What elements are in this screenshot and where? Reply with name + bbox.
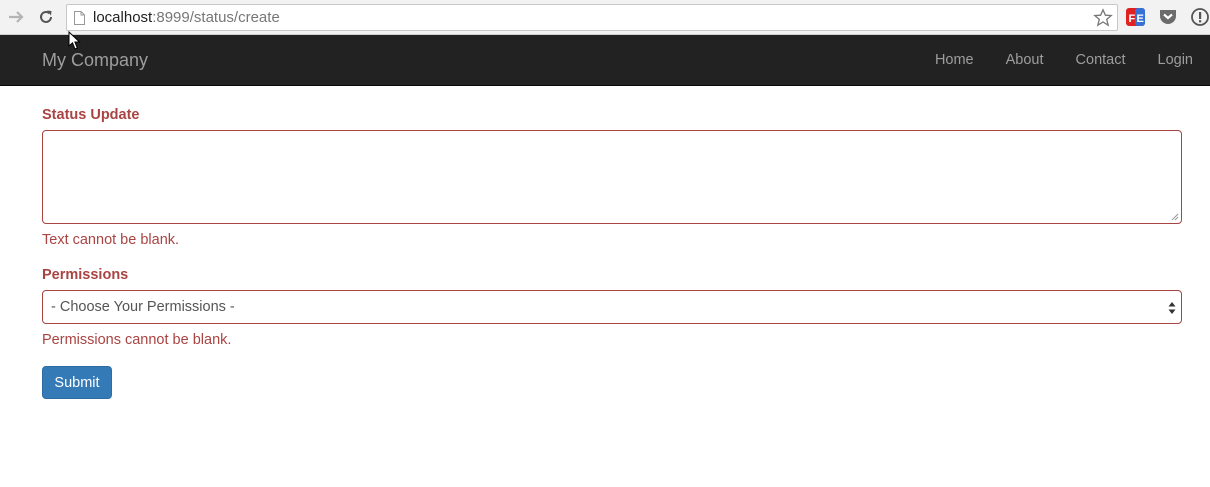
nav-home-link[interactable]: Home [935, 52, 974, 68]
reload-button[interactable] [35, 6, 57, 28]
svg-text:E: E [1137, 13, 1144, 25]
star-icon[interactable] [1093, 8, 1113, 28]
forward-icon [9, 11, 24, 23]
status-update-label: Status Update [42, 107, 140, 123]
browser-toolbar: localhost:8999/status/create F E [0, 0, 1210, 35]
nav-links: Home About Contact Login [903, 52, 1193, 68]
feedly-icon: F E [1126, 8, 1145, 26]
permissions-label: Permissions [42, 267, 129, 283]
svg-text:F: F [1129, 13, 1136, 25]
url-host: localhost [93, 9, 153, 26]
submit-button[interactable]: Submit [42, 366, 112, 399]
status-update-textarea[interactable] [42, 130, 1182, 224]
pocket-extension-button[interactable] [1158, 7, 1178, 27]
reload-icon [40, 10, 52, 23]
nav-contact-link[interactable]: Contact [1076, 52, 1126, 68]
info-icon [1191, 8, 1209, 26]
permissions-selected-value: - Choose Your Permissions - [51, 299, 235, 315]
info-extension-button[interactable] [1190, 7, 1210, 27]
cursor-icon [68, 31, 81, 50]
url-path: :8999/status/create [152, 9, 280, 26]
permissions-select[interactable]: - Choose Your Permissions - [42, 290, 1182, 324]
address-bar[interactable]: localhost:8999/status/create [66, 4, 1118, 31]
nav-login-link[interactable]: Login [1158, 52, 1193, 68]
select-arrows-icon [1168, 302, 1176, 314]
url-text: localhost:8999/status/create [93, 10, 280, 26]
resize-handle-icon[interactable] [1171, 213, 1179, 221]
site-navbar: My Company Home About Contact Login [0, 35, 1210, 86]
status-form: Status Update Text cannot be blank. Perm… [42, 106, 1182, 399]
permissions-error-message: Permissions cannot be blank. [42, 332, 232, 348]
feedly-extension-button[interactable]: F E [1126, 7, 1146, 27]
brand-link[interactable]: My Company [42, 50, 148, 70]
page-icon [74, 11, 85, 25]
pocket-icon [1160, 10, 1176, 24]
status-error-message: Text cannot be blank. [42, 232, 180, 248]
nav-about-link[interactable]: About [1006, 52, 1044, 68]
forward-button[interactable] [6, 6, 28, 28]
